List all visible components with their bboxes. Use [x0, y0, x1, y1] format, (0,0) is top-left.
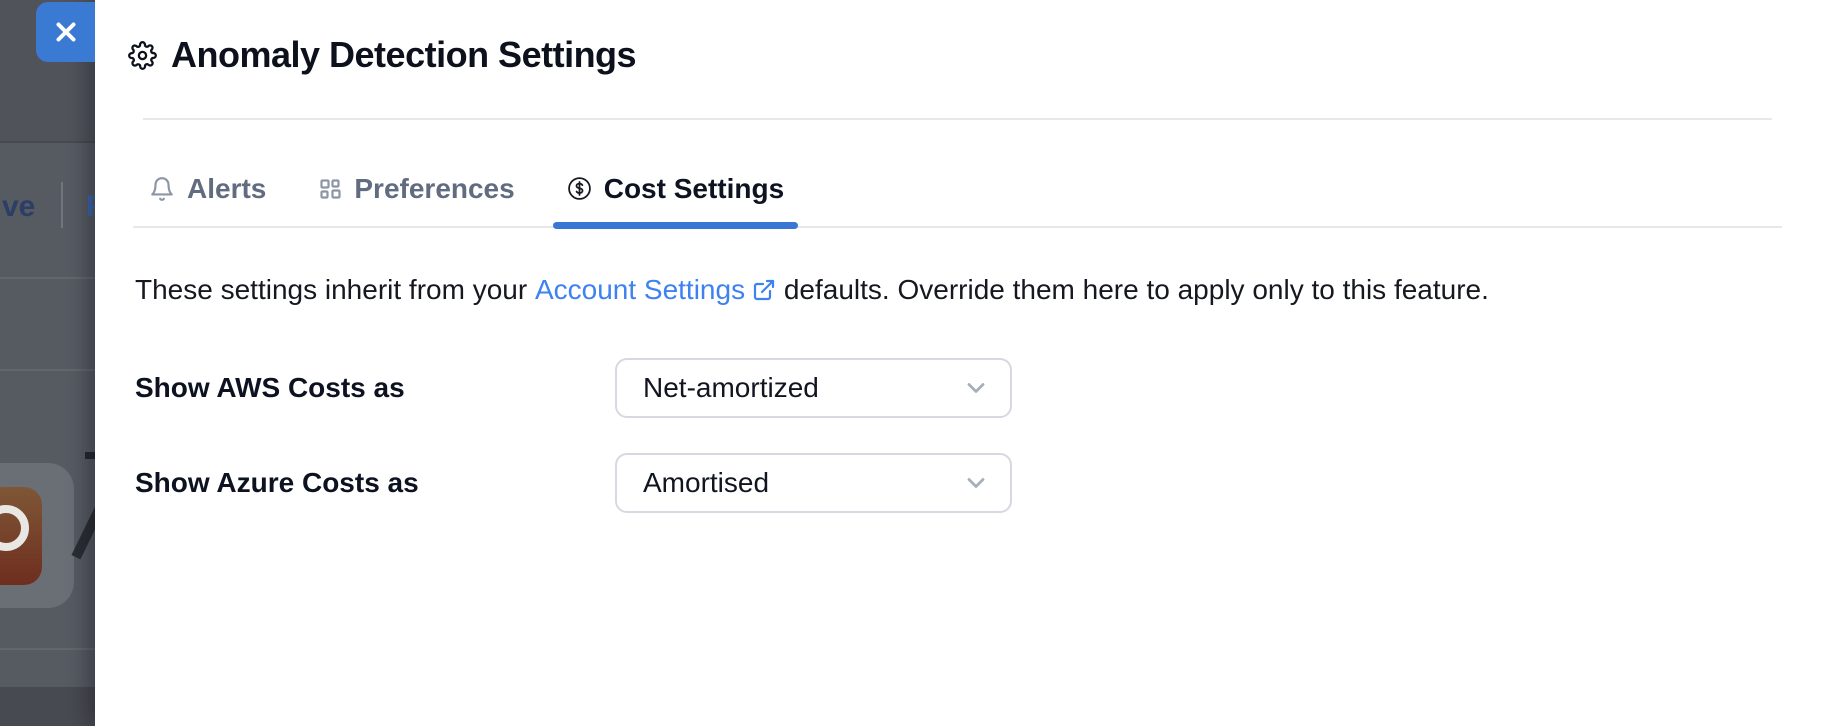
chevron-down-icon	[962, 469, 990, 497]
dimmed-background: ve F	[0, 0, 95, 726]
tab-cost-settings[interactable]: Cost Settings	[553, 150, 798, 227]
inherit-note-text: defaults. Override them here to apply on…	[776, 274, 1489, 305]
tab-preferences[interactable]: Preferences	[304, 150, 528, 227]
modal-header: Anomaly Detection Settings	[128, 34, 636, 76]
azure-costs-select[interactable]: Amortised	[615, 453, 1012, 513]
azure-costs-label: Show Azure Costs as	[135, 467, 615, 499]
bell-icon	[149, 175, 175, 203]
tab-label: Cost Settings	[604, 173, 784, 205]
screen: ve F Anomaly Detection Set	[0, 0, 1822, 726]
aws-costs-label: Show AWS Costs as	[135, 372, 615, 404]
background-glyph-fragment	[85, 452, 95, 459]
background-row-divider	[0, 277, 95, 279]
magnifier-glyph-icon	[0, 487, 42, 585]
provider-logo-icon	[0, 487, 42, 585]
chevron-down-icon	[962, 374, 990, 402]
background-row-divider	[0, 648, 95, 650]
inherit-note-text: These settings inherit from your	[135, 274, 535, 305]
inherit-note: These settings inherit from your Account…	[135, 270, 1489, 310]
tab-alerts[interactable]: Alerts	[135, 150, 280, 227]
background-partial-text: ve	[2, 190, 35, 224]
background-bottom-band	[0, 687, 95, 726]
anomaly-detection-settings-modal: Anomaly Detection Settings Alerts Prefer…	[95, 0, 1822, 726]
azure-costs-row: Show Azure Costs as Amortised	[135, 453, 1012, 513]
azure-costs-selected-value: Amortised	[643, 467, 769, 499]
background-row-divider	[0, 369, 95, 371]
tab-label: Preferences	[354, 173, 514, 205]
account-settings-link-label: Account Settings	[535, 270, 745, 310]
aws-costs-select[interactable]: Net-amortized	[615, 358, 1012, 418]
account-settings-link[interactable]: Account Settings	[535, 270, 776, 310]
close-button[interactable]	[36, 2, 95, 62]
grid-icon	[318, 177, 342, 201]
modal-title: Anomaly Detection Settings	[171, 34, 636, 76]
tab-label: Alerts	[187, 173, 266, 205]
aws-costs-selected-value: Net-amortized	[643, 372, 819, 404]
aws-costs-row: Show AWS Costs as Net-amortized	[135, 358, 1012, 418]
external-link-icon	[752, 278, 776, 302]
background-divider	[61, 182, 63, 228]
dollar-circle-icon	[567, 176, 592, 201]
close-icon	[51, 17, 81, 47]
gear-icon	[128, 41, 157, 70]
tab-bar: Alerts Preferences Cost Settings	[135, 150, 798, 227]
header-divider	[143, 118, 1772, 120]
